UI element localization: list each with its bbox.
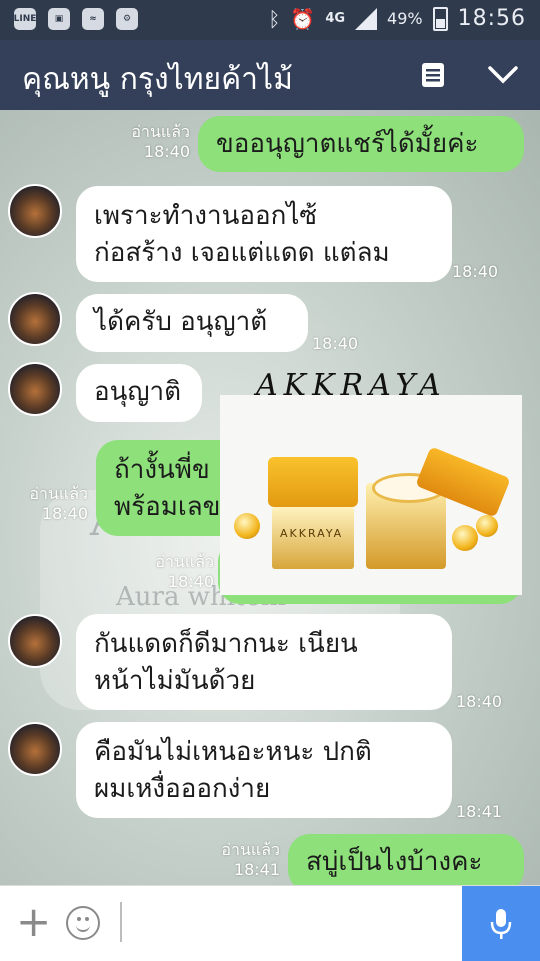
message-time: 18:40 (312, 334, 359, 353)
gem-decoration (452, 525, 478, 551)
line-app-icon: LINE (14, 8, 36, 30)
clock: 18:56 (457, 6, 526, 31)
image-icon: ▣ (48, 8, 70, 30)
chat-title: คุณหนู กรุงไทยค้าไม้ (22, 62, 293, 97)
avatar[interactable] (8, 722, 62, 776)
gem-decoration (234, 513, 260, 539)
jar-lid (268, 457, 358, 507)
message-bubble-outgoing[interactable]: สบู่เป็นไงบ้างคะ (288, 834, 524, 892)
battery-percent: 49% (387, 9, 423, 28)
signature-text: AKKRAYA (256, 368, 447, 403)
message-bubble-incoming[interactable]: กันแดดก็ดีมากนะ เนียน หน้าไม่มันด้วย (76, 614, 452, 710)
message-meta: อ่านแล้ว 18:40 (29, 484, 88, 523)
message-input[interactable] (118, 896, 462, 950)
battery-icon (432, 6, 448, 31)
wifi-icon: ≈ (82, 8, 104, 30)
network-type: 4G (325, 11, 346, 26)
message-time: 18:40 (456, 692, 503, 711)
microphone-icon[interactable] (462, 886, 540, 961)
bluetooth-icon: ᛒ (268, 6, 281, 31)
status-bar: LINE ▣ ≈ ⚙ ᛒ ⏰ 4G 49% 18:56 (0, 0, 540, 40)
message-meta: อ่านแล้ว 18:40 (155, 552, 214, 591)
message-meta: อ่านแล้ว 18:41 (221, 840, 280, 879)
message-time: 18:41 (456, 802, 503, 821)
chevron-down-icon[interactable] (486, 58, 520, 92)
message-input-bar: + (0, 885, 540, 961)
jar-body: AKKRAYA (272, 507, 354, 569)
gem-decoration (476, 515, 498, 537)
chat-header: คุณหนู กรุงไทยค้าไม้ (0, 40, 540, 110)
avatar[interactable] (8, 184, 62, 238)
product-image[interactable]: AKKRAYA (220, 395, 522, 595)
emoji-icon[interactable] (66, 906, 100, 940)
jar-label: AKKRAYA (280, 527, 344, 540)
avatar[interactable] (8, 292, 62, 346)
message-time: 18:40 (452, 262, 499, 281)
avatar[interactable] (8, 614, 62, 668)
signal-icon (355, 7, 378, 30)
message-bubble-incoming[interactable]: คือมันไม่เหนอะหนะ ปกติ ผมเหงื่อออกง่าย (76, 722, 452, 818)
notes-icon[interactable] (416, 58, 450, 92)
alarm-settings-icon: ⚙ (116, 8, 138, 30)
message-bubble-incoming[interactable]: อนุญาติ (76, 364, 202, 422)
alarm-icon: ⏰ (290, 6, 316, 31)
message-meta: อ่านแล้ว 18:40 (131, 122, 190, 161)
message-bubble-incoming[interactable]: ได้ครับ อนุญาต้ (76, 294, 308, 352)
avatar[interactable] (8, 362, 62, 416)
message-bubble-incoming[interactable]: เพราะทำงานออกไซ้ ก่อสร้าง เจอแต่แดด แต่ล… (76, 186, 452, 282)
message-bubble-outgoing[interactable]: ขออนุญาตแชร์ได้มั้ยค่ะ (198, 116, 524, 172)
plus-icon[interactable]: + (16, 900, 51, 944)
